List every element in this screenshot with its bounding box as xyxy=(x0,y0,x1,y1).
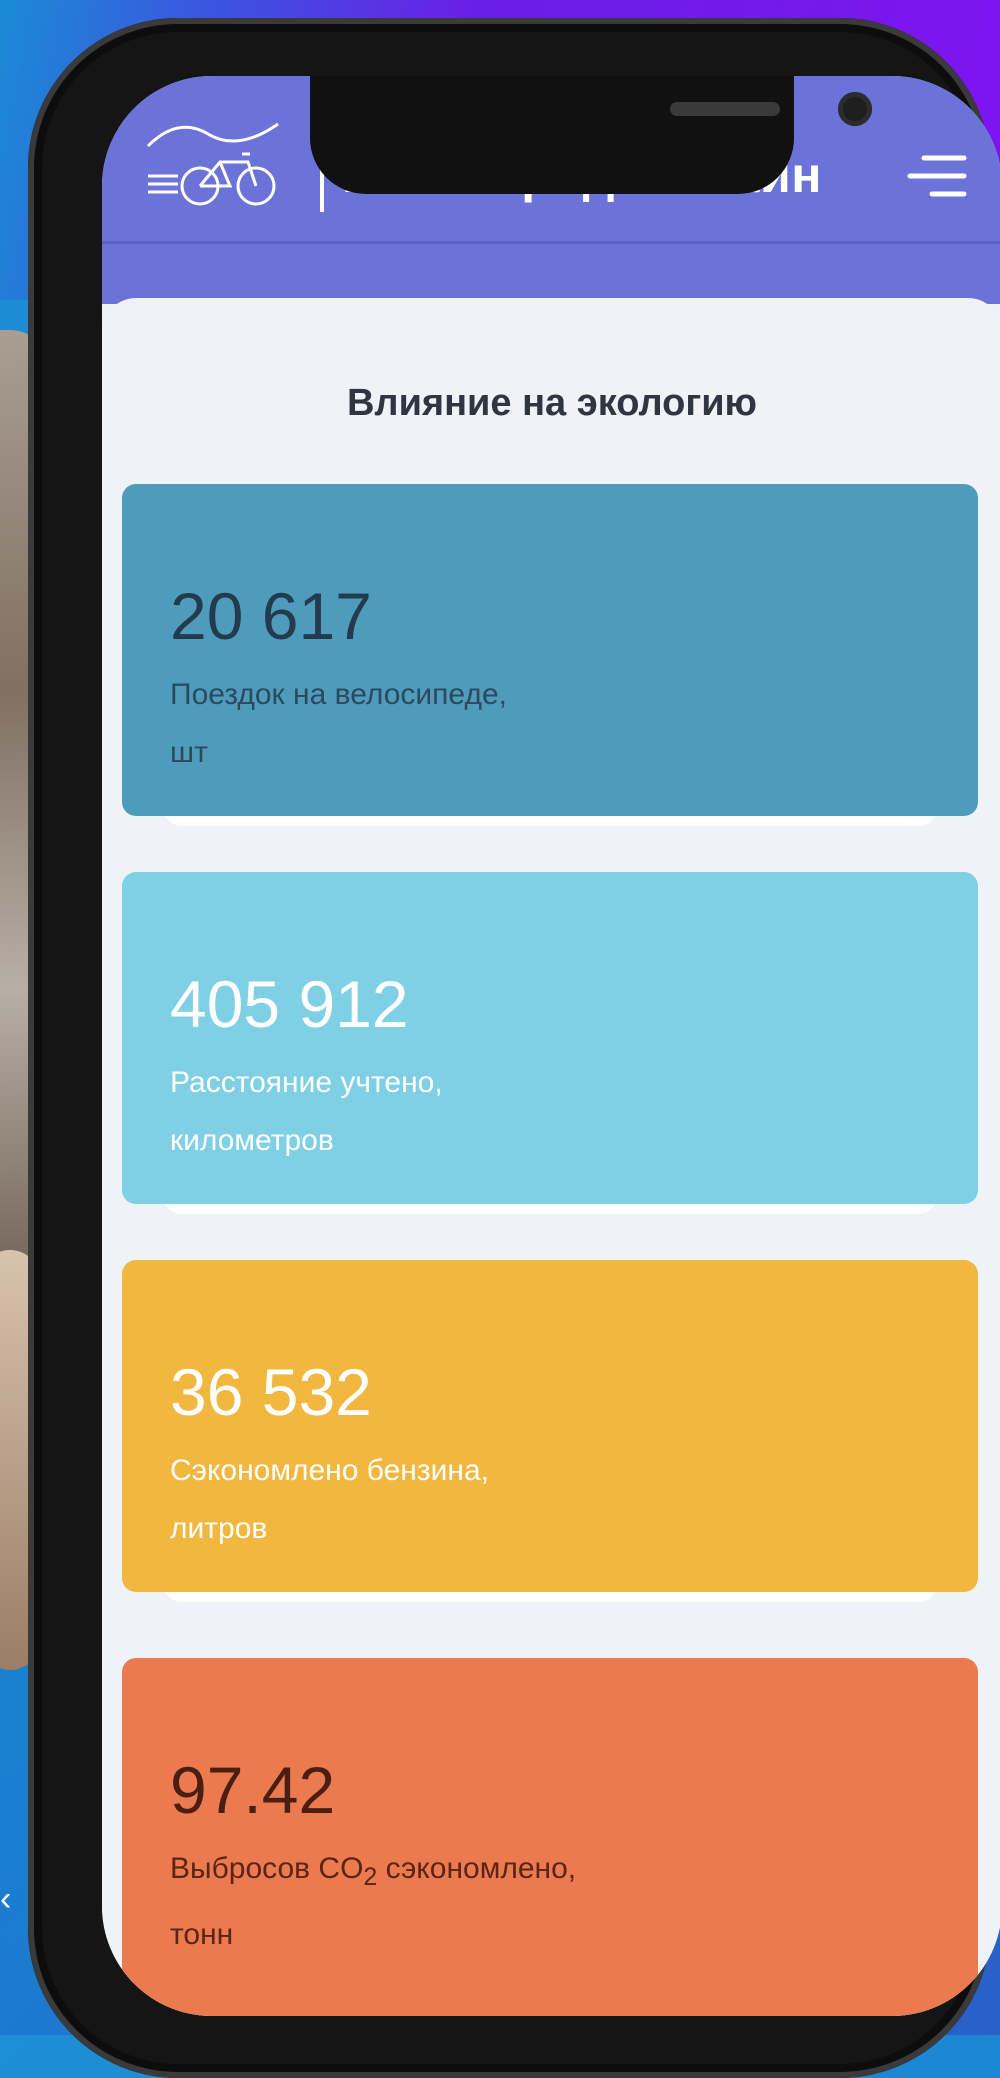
camera-icon xyxy=(838,92,872,126)
menu-icon[interactable] xyxy=(902,146,972,206)
phone-screen: Велогород.Онлайн Влияние на экологию 20 … xyxy=(102,76,1000,2016)
section-title: Влияние на экологию xyxy=(346,382,758,424)
background-mark: ‹ xyxy=(0,1880,12,1918)
stat-label: Выбросов CO2 сэкономлено, тонн xyxy=(170,1852,577,1951)
header-band xyxy=(102,244,1000,304)
stat-value: 97.42 xyxy=(170,1753,336,1827)
bike-logo-icon[interactable] xyxy=(138,106,288,216)
speaker-icon xyxy=(670,102,780,116)
stat-card-trips: 20 617 Поездок на велосипеде, шт xyxy=(122,484,978,816)
stat-value: 405 912 xyxy=(170,967,409,1041)
stat-card-emissions: 97.42 Выбросов CO2 сэкономлено, тонн xyxy=(122,1658,978,2016)
stat-label: Поездок на велосипеде, шт xyxy=(170,678,507,769)
phone-frame: Велогород.Онлайн Влияние на экологию 20 … xyxy=(28,18,1000,2078)
stat-card-distance: 405 912 Расстояние учтено, километров xyxy=(122,872,978,1204)
stat-label: Расстояние учтено, километров xyxy=(170,1066,443,1157)
stat-value: 36 532 xyxy=(170,1355,372,1429)
stat-value: 20 617 xyxy=(170,579,372,653)
stat-card-fuel: 36 532 Сэкономлено бензина, литров xyxy=(122,1260,978,1592)
phone-notch xyxy=(310,76,872,194)
stat-label: Сэкономлено бензина, литров xyxy=(170,1454,489,1545)
